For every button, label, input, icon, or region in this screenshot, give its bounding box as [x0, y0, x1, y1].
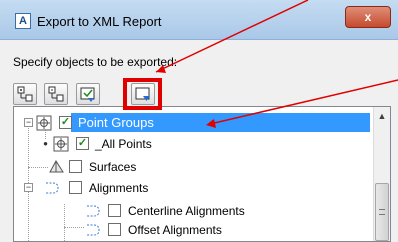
tree-node-surfaces[interactable]: Surfaces — [14, 157, 374, 177]
vertical-scrollbar[interactable]: ▲ — [373, 107, 390, 241]
highlight-box — [123, 78, 162, 110]
expand-tree-button[interactable] — [13, 83, 37, 105]
window-title: Export to XML Report — [37, 14, 162, 29]
all-points-checkbox[interactable]: ✓ — [76, 137, 89, 150]
collapse-tree-icon — [48, 86, 64, 102]
grip-icon — [379, 209, 385, 215]
centerline-alignments-checkbox[interactable] — [108, 204, 121, 217]
surfaces-checkbox[interactable] — [69, 160, 82, 173]
export-xml-dialog: A Export to XML Report x Specify objects… — [0, 0, 398, 242]
collapse-tree-button[interactable] — [44, 83, 68, 105]
tree-node-label: Offset Alignments — [128, 223, 222, 237]
point-group-icon — [53, 136, 69, 152]
expand-toggle[interactable]: − — [24, 183, 33, 192]
app-icon: A — [15, 13, 31, 29]
tree-node-label: _All Points — [95, 137, 152, 151]
point-groups-checkbox[interactable]: ✓ — [59, 116, 72, 129]
leaf-bullet: • — [41, 137, 50, 150]
tree-node-label: Point Groups — [78, 115, 154, 130]
tree-node-offset-alignments[interactable]: Offset Alignments — [14, 220, 374, 240]
close-button[interactable]: x — [345, 6, 391, 28]
scroll-up-arrow-icon[interactable]: ▲ — [374, 107, 390, 124]
tree-node-label: Surfaces — [89, 160, 137, 174]
tree-node-point-groups[interactable]: − ✓ Point Groups — [14, 113, 374, 133]
tree-node-all-points[interactable]: • ✓ _All Points — [14, 134, 374, 154]
tree-node-label: Alignments — [89, 181, 149, 195]
object-tree[interactable]: − ✓ Point Groups • ✓ _All Points Surface… — [13, 106, 391, 242]
point-group-icon — [36, 115, 52, 131]
scroll-thumb[interactable] — [375, 183, 389, 241]
alignments-checkbox[interactable] — [69, 181, 82, 194]
alignment-icon — [46, 182, 59, 194]
offset-alignments-checkbox[interactable] — [108, 223, 121, 236]
check-all-button[interactable] — [76, 83, 100, 105]
alignment-icon — [87, 205, 100, 217]
tree-node-label: Centerline Alignments — [128, 204, 245, 218]
tree-node-alignments[interactable]: − Alignments — [14, 178, 374, 198]
expand-tree-icon — [17, 86, 33, 102]
expand-toggle[interactable]: − — [24, 118, 33, 127]
title-bar[interactable]: A Export to XML Report x — [0, 0, 398, 40]
prompt-label: Specify objects to be exported: — [13, 55, 178, 69]
alignment-icon — [87, 224, 100, 236]
tree-node-centerline-alignments[interactable]: Centerline Alignments — [14, 201, 374, 221]
check-all-icon — [80, 87, 95, 102]
surface-icon — [49, 160, 64, 173]
